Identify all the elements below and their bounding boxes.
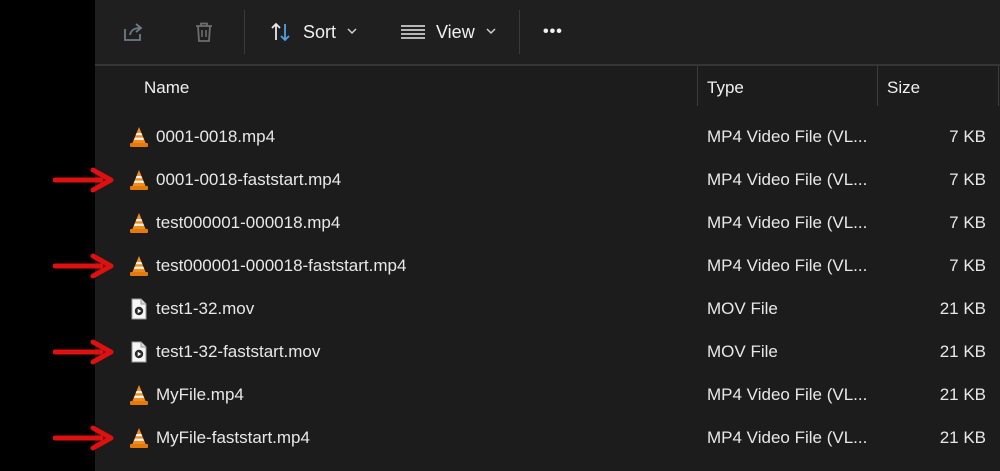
file-type: MOV File	[707, 341, 778, 361]
file-row[interactable]: test000001-000018-faststart.mp4 MP4 Vide…	[95, 244, 1000, 287]
file-type: MP4 Video File (VL...	[707, 169, 868, 189]
file-name: 0001-0018-faststart.mp4	[156, 169, 342, 189]
sort-label: Sort	[303, 21, 337, 42]
vlc-icon	[129, 126, 149, 148]
toolbar-divider	[244, 10, 245, 54]
file-explorer-window: Sort View ••• Name Type Size 0001-0018.m…	[95, 0, 1000, 471]
video-file-icon	[129, 298, 149, 320]
sort-icon	[269, 20, 293, 44]
more-icon: •••	[543, 23, 563, 40]
video-file-icon	[129, 341, 149, 363]
vlc-icon	[129, 169, 149, 191]
more-options-button[interactable]: •••	[543, 14, 563, 50]
file-type: MOV File	[707, 298, 778, 318]
file-row[interactable]: 0001-0018.mp4 MP4 Video File (VL... 7 KB	[95, 115, 1000, 158]
chevron-down-icon	[485, 25, 497, 40]
file-name: MyFile.mp4	[156, 384, 244, 404]
vlc-icon	[129, 384, 149, 406]
command-bar: Sort View •••	[95, 0, 1000, 64]
file-size: 21 KB	[939, 341, 986, 361]
column-divider[interactable]	[998, 66, 999, 106]
file-size: 21 KB	[939, 298, 986, 318]
column-header-size[interactable]: Size	[887, 66, 920, 110]
delete-button[interactable]	[192, 14, 216, 50]
view-label: View	[436, 21, 475, 42]
column-divider[interactable]	[697, 66, 698, 106]
vlc-icon	[129, 255, 149, 277]
column-divider[interactable]	[877, 66, 878, 106]
view-list-icon	[400, 20, 426, 44]
arrow-icon	[53, 425, 114, 451]
file-size: 21 KB	[939, 427, 986, 447]
file-type: MP4 Video File (VL...	[707, 212, 868, 232]
column-header-type[interactable]: Type	[707, 66, 744, 110]
file-name: test000001-000018.mp4	[156, 212, 341, 232]
chevron-down-icon	[346, 25, 358, 40]
file-row[interactable]: test000001-000018.mp4 MP4 Video File (VL…	[95, 201, 1000, 244]
file-size: 7 KB	[949, 126, 986, 146]
arrow-icon	[53, 339, 114, 365]
file-type: MP4 Video File (VL...	[707, 255, 868, 275]
file-row[interactable]: MyFile.mp4 MP4 Video File (VL... 21 KB	[95, 373, 1000, 416]
file-name: test000001-000018-faststart.mp4	[156, 255, 407, 275]
share-button[interactable]	[121, 14, 145, 50]
arrow-icon	[53, 253, 114, 279]
sort-button[interactable]: Sort	[269, 14, 358, 50]
file-name: test1-32-faststart.mov	[156, 341, 321, 361]
column-header-name[interactable]: Name	[144, 66, 189, 110]
file-type: MP4 Video File (VL...	[707, 126, 868, 146]
file-size: 21 KB	[939, 384, 986, 404]
arrow-icon	[53, 167, 114, 193]
file-name: MyFile-faststart.mp4	[156, 427, 310, 447]
file-name: test1-32.mov	[156, 298, 255, 318]
file-size: 7 KB	[949, 169, 986, 189]
file-name: 0001-0018.mp4	[156, 126, 276, 146]
file-row[interactable]: test1-32-faststart.mov MOV File 21 KB	[95, 330, 1000, 373]
trash-icon	[192, 20, 216, 44]
file-row[interactable]: test1-32.mov MOV File 21 KB	[95, 287, 1000, 330]
file-size: 7 KB	[949, 212, 986, 232]
view-button[interactable]: View	[400, 14, 497, 50]
file-size: 7 KB	[949, 255, 986, 275]
vlc-icon	[129, 212, 149, 234]
vlc-icon	[129, 427, 149, 449]
toolbar-divider	[519, 10, 520, 54]
file-type: MP4 Video File (VL...	[707, 427, 868, 447]
share-icon	[121, 20, 145, 44]
file-type: MP4 Video File (VL...	[707, 384, 868, 404]
column-header-row: Name Type Size	[95, 66, 1000, 110]
file-row[interactable]: 0001-0018-faststart.mp4 MP4 Video File (…	[95, 158, 1000, 201]
file-row[interactable]: MyFile-faststart.mp4 MP4 Video File (VL.…	[95, 416, 1000, 459]
left-margin	[0, 0, 95, 471]
